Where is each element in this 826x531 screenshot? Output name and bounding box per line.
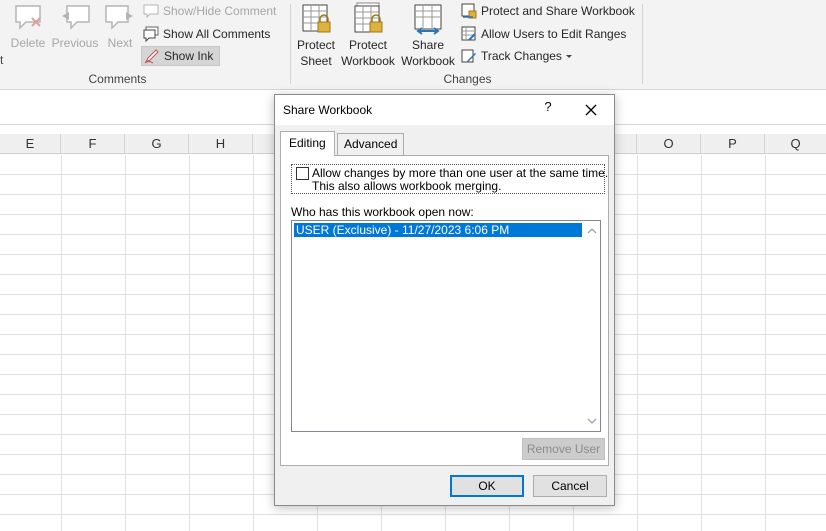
column-header-e[interactable]: E (0, 134, 61, 154)
protect-and-share-label: Protect and Share Workbook (481, 4, 635, 18)
show-all-comments-button[interactable]: Show All Comments (143, 24, 270, 44)
who-has-open-label: Who has this workbook open now: (291, 205, 474, 219)
delete-comment-label: Delete (10, 36, 46, 50)
allow-users-edit-ranges-button[interactable]: Allow Users to Edit Ranges (461, 24, 626, 44)
dialog-title: Share Workbook (283, 103, 373, 117)
previous-comment-button[interactable]: Previous (50, 2, 100, 51)
protect-and-share-button[interactable]: Protect and Share Workbook (461, 1, 635, 21)
ink-pen-icon (144, 49, 159, 64)
protect-share-icon (461, 3, 477, 19)
tab-advanced[interactable]: Advanced (337, 133, 405, 155)
share-workbook-button[interactable]: Share Workbook (399, 2, 457, 69)
allow-users-edit-ranges-label: Allow Users to Edit Ranges (481, 27, 627, 41)
protect-workbook-label-2: Workbook (341, 54, 395, 68)
delete-comment-button[interactable]: Delete (9, 2, 47, 51)
group-separator (290, 4, 291, 84)
allow-changes-label-2: This also allows workbook merging. (312, 179, 502, 193)
editing-panel: Allow changes by more than one user at t… (280, 155, 609, 466)
column-header-h[interactable]: H (189, 134, 253, 154)
track-changes-icon (461, 49, 476, 63)
track-changes-button[interactable]: Track Changes (461, 46, 573, 66)
column-header-q[interactable]: Q (765, 134, 826, 154)
users-listbox[interactable]: USER (Exclusive) - 11/27/2023 6:06 PM (291, 220, 601, 432)
show-all-comments-label: Show All Comments (163, 27, 271, 41)
protect-workbook-label-1: Protect (348, 38, 387, 52)
show-ink-label: Show Ink (164, 49, 214, 63)
column-header-o[interactable]: O (637, 134, 701, 154)
next-comment-label: Next (107, 36, 133, 50)
show-all-comments-icon (143, 26, 159, 42)
share-workbook-label-1: Share (411, 38, 445, 52)
delete-comment-icon (15, 5, 41, 30)
chevron-down-icon (565, 55, 572, 58)
cancel-button[interactable]: Cancel (533, 475, 607, 497)
comments-group-label: Comments (88, 72, 147, 86)
help-button[interactable]: ? (540, 99, 556, 119)
changes-group-label: Changes (443, 72, 492, 86)
share-workbook-label-2: Workbook (401, 54, 455, 68)
allow-changes-checkbox[interactable]: Allow changes by more than one user at t… (291, 164, 609, 194)
scroll-up-icon[interactable] (585, 224, 599, 238)
show-hide-comment-button[interactable]: Show/Hide Comment (143, 1, 276, 21)
scroll-down-icon[interactable] (585, 414, 599, 428)
share-workbook-icon (414, 4, 442, 35)
next-comment-button[interactable]: Next (102, 2, 138, 51)
protect-workbook-icon (354, 2, 383, 33)
protect-sheet-button[interactable]: Protect Sheet (294, 2, 338, 69)
track-changes-label: Track Changes (481, 49, 562, 63)
dialog-titlebar[interactable]: Share Workbook ? (275, 95, 614, 125)
next-comment-icon (105, 5, 133, 30)
column-header-f[interactable]: F (61, 134, 125, 154)
show-ink-button[interactable]: Show Ink (141, 46, 221, 66)
excel-window: t Delete Previous Next Show/Hide Comment… (0, 0, 826, 531)
column-header-p[interactable]: P (701, 134, 765, 154)
close-icon[interactable] (581, 100, 601, 120)
ribbon-left-fragment: t (0, 53, 4, 67)
tab-editing[interactable]: Editing (280, 131, 335, 156)
show-hide-comment-icon (143, 4, 159, 19)
allow-edit-ranges-icon (461, 26, 476, 41)
ok-button[interactable]: OK (450, 475, 524, 497)
protect-sheet-label-2: Sheet (300, 54, 332, 68)
protect-sheet-label-1: Protect (296, 38, 335, 52)
previous-comment-label: Previous (51, 36, 99, 50)
show-hide-comment-label: Show/Hide Comment (163, 4, 277, 18)
group-separator (642, 4, 643, 84)
ribbon: t Delete Previous Next Show/Hide Comment… (0, 0, 826, 90)
checkbox-box[interactable] (296, 167, 309, 180)
allow-changes-label-1: Allow changes by more than one user at t… (312, 166, 609, 180)
share-workbook-dialog: Share Workbook ? Editing Advanced Allow … (274, 94, 615, 506)
column-header-g[interactable]: G (125, 134, 189, 154)
list-item[interactable]: USER (Exclusive) - 11/27/2023 6:06 PM (294, 223, 582, 237)
previous-comment-icon (62, 5, 90, 30)
protect-workbook-button[interactable]: Protect Workbook (339, 2, 397, 69)
remove-user-button[interactable]: Remove User (522, 438, 605, 460)
protect-sheet-icon (302, 4, 331, 33)
